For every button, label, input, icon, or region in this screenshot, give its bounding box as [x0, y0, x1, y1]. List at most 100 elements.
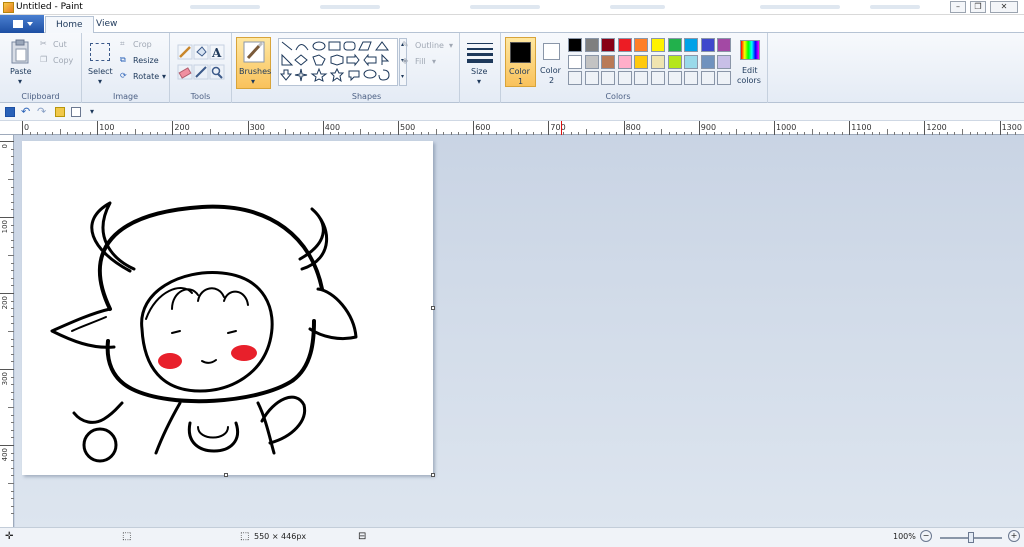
- minimize-button[interactable]: –: [950, 1, 966, 13]
- ruler-minor-tick: [540, 132, 542, 135]
- ruler-minor-tick: [977, 132, 979, 135]
- color1-button[interactable]: Color 1: [505, 37, 536, 87]
- ruler-label: 100: [99, 123, 115, 132]
- edit-colors-button[interactable]: Edit colors: [735, 37, 767, 89]
- ruler-minor-tick: [300, 132, 302, 135]
- text-tool-icon[interactable]: A: [209, 44, 225, 60]
- paste-button[interactable]: Paste ▾: [4, 37, 36, 87]
- shapes-group-label: Shapes: [351, 92, 382, 101]
- redo-icon[interactable]: ↷: [37, 105, 46, 118]
- rotate-button[interactable]: ⟳ Rotate ▾: [120, 71, 168, 83]
- palette-swatch[interactable]: [667, 54, 682, 69]
- blurred-taskbar-item: [470, 5, 540, 9]
- drawing-canvas[interactable]: [22, 141, 435, 477]
- ruler-minor-tick: [570, 132, 572, 135]
- palette-swatch[interactable]: [651, 54, 665, 69]
- fill-bucket-icon[interactable]: [193, 44, 209, 60]
- tab-view[interactable]: View: [86, 16, 127, 34]
- ruler-minor-tick: [179, 132, 181, 135]
- palette-swatch[interactable]: [684, 54, 699, 69]
- palette-swatch[interactable]: [568, 71, 582, 85]
- palette-swatch[interactable]: [568, 38, 582, 52]
- resize-button[interactable]: ⧉ Resize: [120, 55, 168, 67]
- blurred-taskbar-item: [870, 5, 920, 9]
- zoom-out-button[interactable]: −: [920, 530, 932, 542]
- line-width-icon: [467, 43, 493, 63]
- size-button[interactable]: Size ▾: [462, 37, 498, 89]
- pencil-icon[interactable]: [177, 44, 193, 60]
- print-preview-icon[interactable]: [71, 107, 81, 117]
- brushes-button[interactable]: Brushes ▾: [236, 37, 271, 89]
- palette-swatch[interactable]: [700, 71, 715, 85]
- undo-icon[interactable]: ↶: [21, 105, 30, 118]
- ruler-minor-tick: [337, 132, 339, 135]
- color2-button[interactable]: Color 2: [539, 37, 565, 87]
- magnifier-icon[interactable]: [209, 64, 225, 80]
- save-icon[interactable]: [5, 107, 15, 117]
- open-icon[interactable]: [55, 107, 65, 117]
- palette-swatch[interactable]: [601, 38, 616, 52]
- palette-swatch[interactable]: [584, 38, 599, 52]
- resize-handle-corner[interactable]: [431, 473, 435, 477]
- palette-swatch[interactable]: [684, 71, 699, 85]
- ruler-minor-tick: [834, 132, 836, 135]
- palette-swatch[interactable]: [651, 71, 665, 85]
- palette-swatch[interactable]: [684, 38, 699, 52]
- ruler-minor-tick: [901, 132, 903, 135]
- palette-swatch[interactable]: [634, 54, 649, 69]
- outline-button[interactable]: ✎ Outline ▾: [402, 40, 458, 52]
- palette-swatch[interactable]: [617, 38, 632, 52]
- ruler-minor-tick: [262, 132, 264, 135]
- fill-button[interactable]: ◈ Fill ▾: [402, 56, 458, 68]
- ruler-minor-tick: [11, 232, 14, 234]
- crop-button[interactable]: ⌗ Crop: [120, 39, 168, 51]
- palette-swatch[interactable]: [717, 38, 732, 52]
- zoom-in-button[interactable]: +: [1008, 530, 1020, 542]
- color-picker-icon[interactable]: [193, 64, 209, 80]
- file-menu-button[interactable]: [0, 15, 44, 33]
- palette-swatch[interactable]: [584, 54, 599, 69]
- palette-swatch[interactable]: [634, 71, 649, 85]
- eraser-icon[interactable]: [177, 64, 193, 80]
- vertical-ruler: 0 100 200 300 400: [0, 135, 14, 527]
- ruler-minor-tick: [11, 194, 14, 196]
- ruler-major-tick: [849, 121, 851, 135]
- colors-group-label: Colors: [605, 92, 631, 101]
- ruler-minor-tick: [255, 132, 257, 135]
- palette-swatch[interactable]: [601, 54, 616, 69]
- resize-handle-bottom[interactable]: [224, 473, 228, 477]
- palette-swatch[interactable]: [700, 54, 715, 69]
- edit-colors-label-2: colors: [737, 76, 761, 85]
- cut-button[interactable]: ✂ Cut: [40, 39, 80, 51]
- palette-swatch[interactable]: [584, 71, 599, 85]
- restore-button[interactable]: ❐: [970, 1, 986, 13]
- select-button[interactable]: Select ▾: [86, 37, 116, 87]
- copy-icon: ❐: [40, 55, 48, 64]
- palette-swatch[interactable]: [700, 38, 715, 52]
- palette-swatch[interactable]: [617, 54, 632, 69]
- palette-swatch[interactable]: [667, 38, 682, 52]
- palette-swatch[interactable]: [568, 54, 582, 69]
- copy-button[interactable]: ❐ Copy: [40, 55, 80, 67]
- close-button[interactable]: ✕: [990, 1, 1018, 13]
- tools-group: A Tools: [170, 33, 232, 103]
- ruler-minor-tick: [510, 129, 512, 135]
- ruler-minor-tick: [525, 132, 527, 135]
- palette-swatch[interactable]: [651, 38, 665, 52]
- shapes-gallery[interactable]: [278, 38, 398, 86]
- palette-swatch[interactable]: [634, 38, 649, 52]
- palette-swatch[interactable]: [617, 71, 632, 85]
- ruler-cursor-marker: [561, 121, 562, 135]
- ruler-minor-tick: [360, 129, 362, 135]
- palette-swatch[interactable]: [667, 71, 682, 85]
- palette-swatch[interactable]: [601, 71, 616, 85]
- ruler-minor-tick: [435, 129, 437, 135]
- zoom-slider-thumb[interactable]: [968, 532, 974, 543]
- ruler-minor-tick: [8, 483, 14, 484]
- palette-swatch[interactable]: [717, 71, 732, 85]
- ruler-minor-tick: [886, 129, 888, 135]
- image-group: Select ▾ ⌗ Crop ⧉ Resize ⟳ Rotate ▾ Imag…: [82, 33, 170, 103]
- palette-swatch[interactable]: [717, 54, 732, 69]
- customize-qat-icon[interactable]: ▾: [90, 107, 94, 116]
- resize-handle-right[interactable]: [431, 306, 435, 310]
